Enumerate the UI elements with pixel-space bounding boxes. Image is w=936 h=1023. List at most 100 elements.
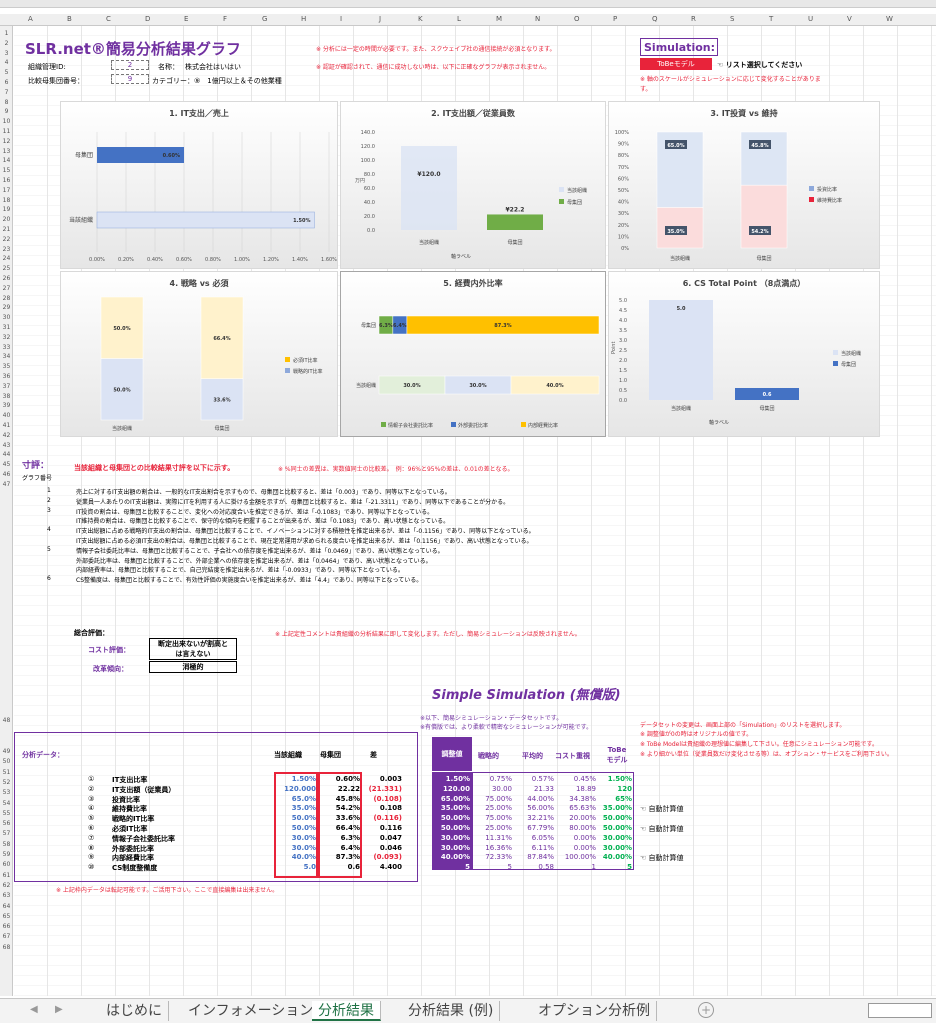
org-id-value[interactable]: 2 xyxy=(111,60,149,70)
row-header[interactable]: 38 xyxy=(0,393,13,400)
column-header[interactable]: F xyxy=(223,15,227,23)
row-header[interactable]: 27 xyxy=(0,285,13,292)
row-header[interactable]: 19 xyxy=(0,206,13,213)
row-header[interactable]: 41 xyxy=(0,422,13,429)
sim-tobe-value[interactable]: 35.00% xyxy=(596,804,632,812)
sim-tobe-value[interactable]: 30.00% xyxy=(596,844,632,852)
row-header[interactable]: 43 xyxy=(0,442,13,449)
column-header[interactable]: P xyxy=(613,15,617,23)
row-header[interactable]: 15 xyxy=(0,167,13,174)
column-header[interactable]: T xyxy=(769,15,773,23)
row-header[interactable]: 5 xyxy=(0,69,13,76)
row-header[interactable]: 11 xyxy=(0,128,13,135)
column-header[interactable]: A xyxy=(28,15,33,23)
row-header[interactable]: 26 xyxy=(0,275,13,282)
row-header[interactable]: 34 xyxy=(0,353,13,360)
sim-adjust-value[interactable]: 1.50% xyxy=(432,775,470,783)
row-header[interactable]: 61 xyxy=(0,872,13,879)
column-header[interactable]: U xyxy=(808,15,813,23)
tab-hajimeni[interactable]: はじめに xyxy=(100,1001,169,1021)
tab-scroll-right-icon[interactable]: ▶ xyxy=(55,1004,63,1015)
row-header[interactable]: 65 xyxy=(0,913,13,920)
chart-it-spend-per-employee[interactable]: 2. IT支出額／従業員数 140.0 120.0 100.0 80.0 60.0 40.… xyxy=(340,101,606,269)
tab-analysis-example[interactable]: 分析結果 (例) xyxy=(402,1001,501,1021)
horizontal-scrollbar[interactable] xyxy=(868,1003,932,1018)
row-header[interactable]: 31 xyxy=(0,324,13,331)
row-header[interactable]: 12 xyxy=(0,138,13,145)
row-header[interactable]: 47 xyxy=(0,481,13,488)
row-header[interactable]: 52 xyxy=(0,779,13,786)
sim-tobe-value[interactable]: 120 xyxy=(596,785,632,793)
sim-tobe-value[interactable]: 1.50% xyxy=(596,775,632,783)
row-header[interactable]: 21 xyxy=(0,226,13,233)
row-header[interactable]: 23 xyxy=(0,246,13,253)
row-header[interactable]: 46 xyxy=(0,471,13,478)
sim-tobe-value[interactable]: 5 xyxy=(596,863,632,871)
row-header[interactable]: 8 xyxy=(0,99,13,106)
column-header[interactable]: J xyxy=(379,15,381,23)
tab-analysis-result[interactable]: 分析結果 xyxy=(312,1001,381,1021)
chart-cs-total-point[interactable]: 6. CS Total Point （8点満点） 5.0 4.5 4.0 3.5 3.0… xyxy=(608,271,880,437)
chart-expense-in-out[interactable]: 5. 経費内外比率 6.3% 6.4% 87.3% 母集団 30.0% 30.0% 40.0… xyxy=(340,271,606,437)
row-header[interactable]: 45 xyxy=(0,461,13,468)
row-header[interactable]: 29 xyxy=(0,304,13,311)
row-header[interactable]: 51 xyxy=(0,769,13,776)
row-header[interactable]: 6 xyxy=(0,79,13,86)
column-header[interactable]: C xyxy=(106,15,111,23)
column-header[interactable]: I xyxy=(340,15,342,23)
row-header[interactable]: 62 xyxy=(0,882,13,889)
sim-adjust-value[interactable]: 65.00% xyxy=(432,795,470,803)
sim-adjust-value[interactable]: 5 xyxy=(432,863,470,871)
row-header[interactable]: 64 xyxy=(0,903,13,910)
row-header[interactable]: 9 xyxy=(0,108,13,115)
row-header[interactable]: 1 xyxy=(0,30,13,37)
row-header[interactable]: 32 xyxy=(0,334,13,341)
row-header[interactable]: 22 xyxy=(0,236,13,243)
row-header[interactable]: 67 xyxy=(0,933,13,940)
column-header[interactable]: M xyxy=(496,15,502,23)
chart-invest-vs-maintain[interactable]: 3. IT投資 vs 維持 100% 90% 80% 70% 60% 50% 40% 30% 2… xyxy=(608,101,880,269)
row-header[interactable]: 17 xyxy=(0,187,13,194)
row-header[interactable]: 36 xyxy=(0,373,13,380)
simulation-select[interactable]: ToBeモデル xyxy=(640,58,712,70)
row-header[interactable]: 48 xyxy=(0,717,13,724)
sim-adjust-value[interactable]: 50.00% xyxy=(432,814,470,822)
column-header[interactable]: S xyxy=(730,15,734,23)
column-header[interactable]: O xyxy=(574,15,580,23)
add-sheet-icon[interactable]: + xyxy=(698,1002,714,1018)
sim-adjust-value[interactable]: 120.00 xyxy=(432,785,470,793)
row-header[interactable]: 20 xyxy=(0,216,13,223)
row-header[interactable]: 56 xyxy=(0,820,13,827)
row-header[interactable]: 53 xyxy=(0,789,13,796)
sim-tobe-value[interactable]: 50.00% xyxy=(596,824,632,832)
tab-option-analysis[interactable]: オプション分析例 xyxy=(532,1001,657,1021)
column-header[interactable]: N xyxy=(535,15,540,23)
row-header[interactable]: 42 xyxy=(0,432,13,439)
row-header[interactable]: 40 xyxy=(0,412,13,419)
row-header[interactable]: 49 xyxy=(0,748,13,755)
chart-strategic-vs-required[interactable]: 4. 戦略 vs 必須 50.0% 50.0% 当該組織 33.6% 66.4% 母集団必… xyxy=(60,271,338,437)
group-no-value[interactable]: 9 xyxy=(111,74,149,84)
column-header[interactable]: H xyxy=(301,15,306,23)
row-header[interactable]: 58 xyxy=(0,841,13,848)
tab-information[interactable]: インフォメーション xyxy=(182,1001,321,1021)
column-header[interactable]: G xyxy=(262,15,267,23)
sim-adjust-value[interactable]: 35.00% xyxy=(432,804,470,812)
row-header[interactable]: 24 xyxy=(0,255,13,262)
row-header[interactable]: 37 xyxy=(0,383,13,390)
sim-tobe-value[interactable]: 50.00% xyxy=(596,814,632,822)
column-header[interactable]: R xyxy=(691,15,696,23)
row-header[interactable]: 57 xyxy=(0,830,13,837)
row-header[interactable]: 68 xyxy=(0,944,13,951)
row-header[interactable]: 50 xyxy=(0,758,13,765)
sim-adjust-value[interactable]: 40.00% xyxy=(432,853,470,861)
row-header[interactable]: 59 xyxy=(0,851,13,858)
row-header[interactable]: 13 xyxy=(0,148,13,155)
sim-tobe-value[interactable]: 65% xyxy=(596,795,632,803)
row-header[interactable]: 60 xyxy=(0,861,13,868)
row-header[interactable]: 44 xyxy=(0,451,13,458)
sim-adjust-value[interactable]: 50.00% xyxy=(432,824,470,832)
row-header[interactable]: 3 xyxy=(0,50,13,57)
column-header[interactable]: K xyxy=(418,15,423,23)
column-header[interactable]: L xyxy=(457,15,461,23)
